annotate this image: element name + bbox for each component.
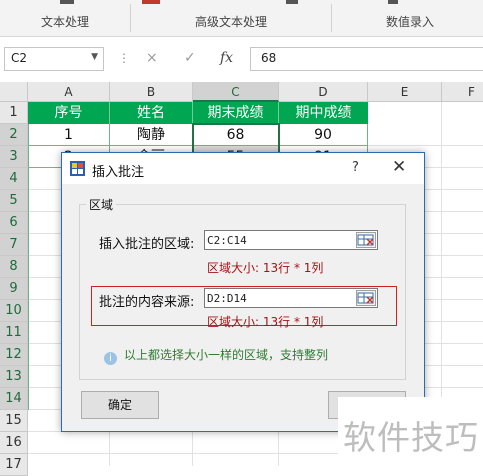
- name-box[interactable]: C2 ▼: [4, 47, 104, 71]
- row-header-1[interactable]: 1: [0, 102, 28, 124]
- insert-range-input[interactable]: C2:C14: [204, 230, 378, 250]
- row-header-16[interactable]: 16: [0, 432, 28, 454]
- hint-text: 以上都选择大小一样的区域，支持整列: [124, 348, 329, 362]
- table-header-cell[interactable]: 期末成绩: [193, 102, 279, 124]
- insert-range-size: 区域大小: 13行 * 1列: [207, 261, 324, 275]
- row-header-2[interactable]: 2: [0, 124, 28, 146]
- column-header-e[interactable]: E: [368, 82, 442, 102]
- source-range-input[interactable]: D2:D14: [204, 288, 378, 308]
- row-header-7[interactable]: 7: [0, 234, 28, 256]
- hint-row: i 以上都选择大小一样的区域，支持整列: [104, 346, 328, 365]
- formula-bar-grip[interactable]: ⋮: [118, 51, 131, 65]
- range-picker-glyph: [357, 234, 374, 246]
- ribbon: 文本处理 高级文本处理 数值录入: [0, 0, 483, 37]
- chevron-down-icon[interactable]: ▼: [91, 52, 98, 62]
- insert-range-value: C2:C14: [207, 234, 247, 247]
- cancel-icon[interactable]: ×: [146, 50, 158, 66]
- range-picker-icon[interactable]: [356, 232, 376, 248]
- ribbon-group-label: 高级文本处理: [194, 15, 267, 29]
- name-box-value: C2: [11, 51, 28, 65]
- formula-input-value: 68: [261, 51, 277, 65]
- ribbon-group-text: 文本处理: [0, 0, 130, 36]
- column-header-a[interactable]: A: [28, 82, 110, 102]
- app-icon: [70, 161, 85, 176]
- table-header-cell[interactable]: 序号: [28, 102, 110, 124]
- ribbon-group-label: 文本处理: [40, 15, 89, 29]
- fx-icon[interactable]: fx: [220, 50, 233, 66]
- range-picker-glyph: [357, 292, 374, 304]
- confirm-icon[interactable]: ✓: [184, 50, 196, 66]
- watermark-text: 软件技巧: [343, 418, 479, 457]
- row-header-14[interactable]: 14: [0, 388, 28, 410]
- row-header-5[interactable]: 5: [0, 190, 28, 212]
- ribbon-group-number-entry: 数值录入: [332, 0, 483, 36]
- source-range-size: 区域大小: 13行 * 1列: [207, 315, 324, 329]
- column-header-c[interactable]: C: [193, 82, 279, 102]
- insert-range-label: 插入批注的区域:: [99, 237, 195, 252]
- info-icon: i: [104, 352, 117, 365]
- source-range-label: 批注的内容来源:: [99, 295, 195, 310]
- row-header-13[interactable]: 13: [0, 366, 28, 388]
- row-header-15[interactable]: 15: [0, 410, 28, 432]
- dialog-title: 插入批注: [92, 165, 145, 180]
- ok-button[interactable]: 确定: [81, 391, 159, 419]
- table-cell[interactable]: 90: [279, 124, 368, 146]
- row-header-6[interactable]: 6: [0, 212, 28, 234]
- table-cell[interactable]: 陶静: [110, 124, 193, 146]
- range-picker-icon[interactable]: [356, 290, 376, 306]
- row-header-8[interactable]: 8: [0, 256, 28, 278]
- formula-bar: C2 ▼ ⋮ × ✓ fx 68: [0, 42, 483, 74]
- row-header-9[interactable]: 9: [0, 278, 28, 300]
- table-header-cell[interactable]: 姓名: [110, 102, 193, 124]
- column-header-b[interactable]: B: [110, 82, 193, 102]
- region-groupbox-label: 区域: [86, 196, 117, 213]
- ribbon-group-label: 数值录入: [385, 15, 434, 29]
- row-header-12[interactable]: 12: [0, 344, 28, 366]
- select-all-corner[interactable]: [0, 82, 28, 102]
- column-header-f[interactable]: F: [442, 82, 483, 102]
- row-header-10[interactable]: 10: [0, 300, 28, 322]
- ribbon-group-advanced-text: 高级文本处理: [131, 0, 331, 36]
- help-icon[interactable]: ?: [352, 160, 359, 175]
- row-header-4[interactable]: 4: [0, 168, 28, 190]
- insert-comment-dialog: 插入批注 ? ✕ 区域 插入批注的区域: C2:C14 区域大小: 13行 * …: [61, 152, 425, 432]
- formula-input[interactable]: 68: [250, 47, 483, 71]
- watermark: 软件技巧: [338, 397, 483, 466]
- table-header-cell[interactable]: 期中成绩: [279, 102, 368, 124]
- close-icon[interactable]: ✕: [392, 157, 406, 177]
- source-range-value: D2:D14: [207, 292, 247, 305]
- row-header-11[interactable]: 11: [0, 322, 28, 344]
- dialog-title-bar[interactable]: 插入批注 ? ✕: [62, 153, 424, 184]
- row-header-3[interactable]: 3: [0, 146, 28, 168]
- table-cell[interactable]: 1: [28, 124, 110, 146]
- column-header-d[interactable]: D: [279, 82, 368, 102]
- row-header-17[interactable]: 17: [0, 454, 28, 476]
